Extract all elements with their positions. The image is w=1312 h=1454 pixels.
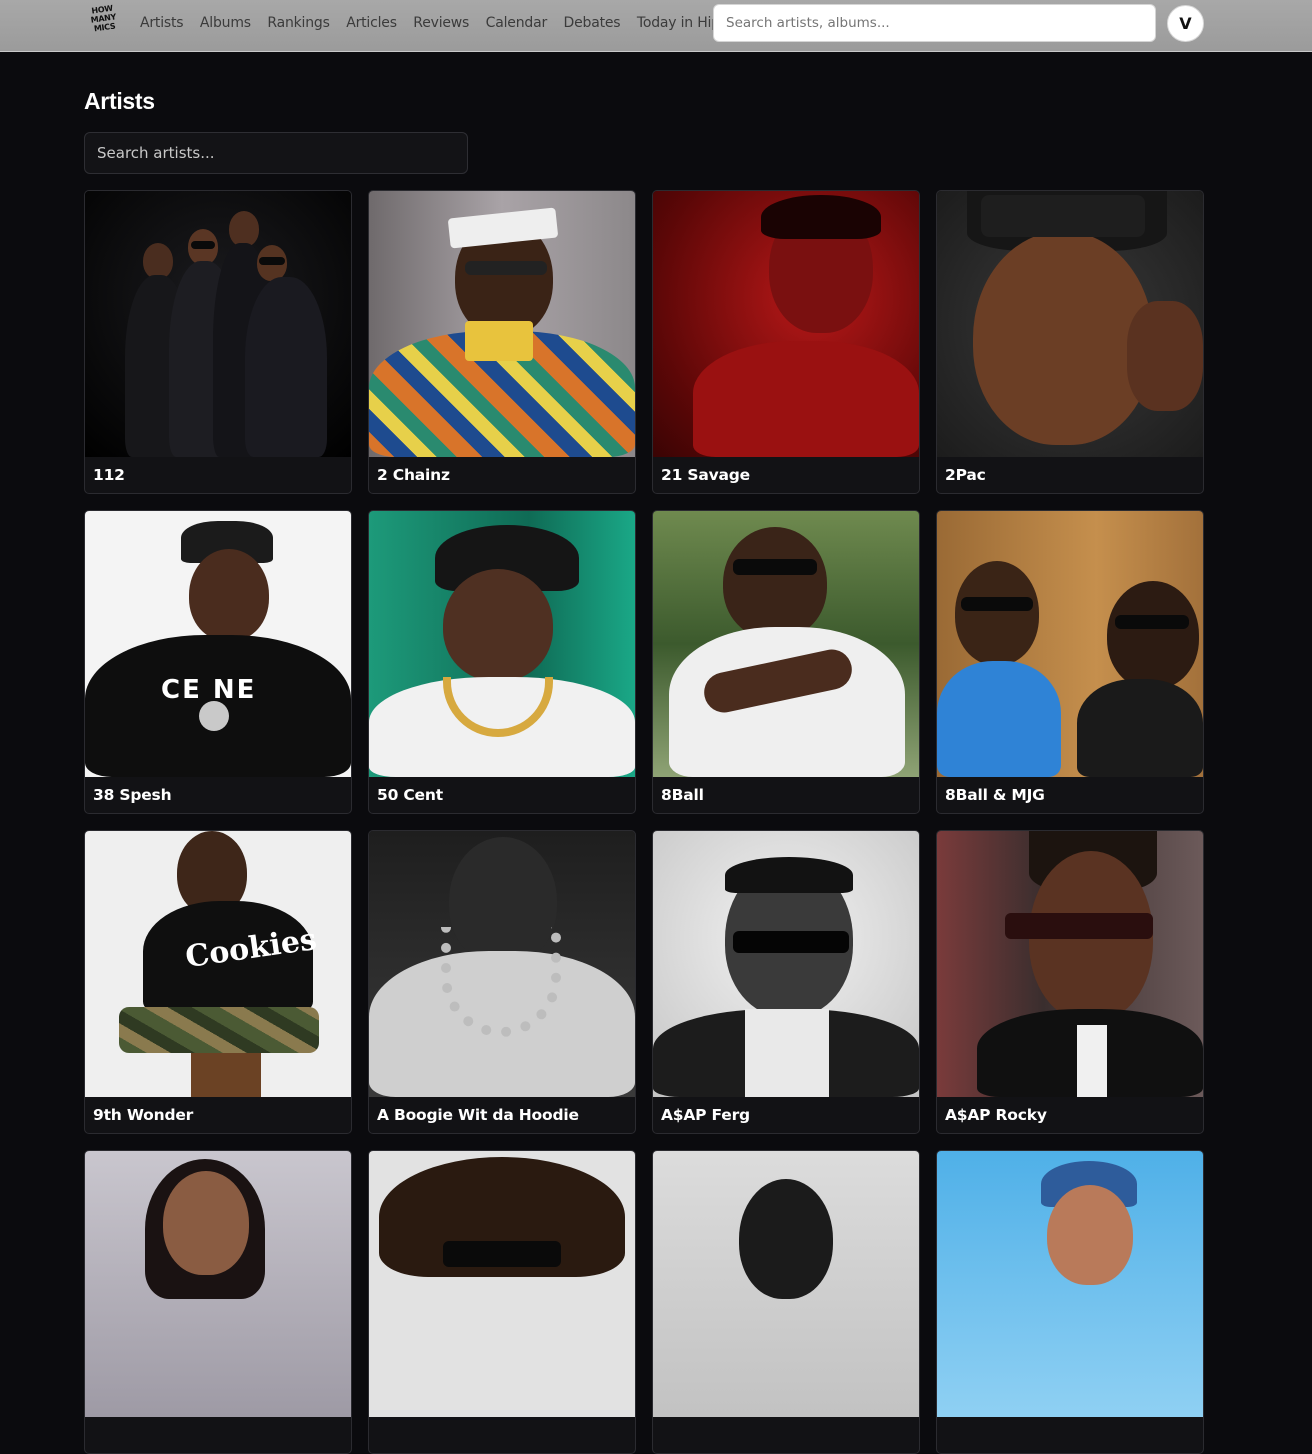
artist-photo — [653, 191, 919, 457]
artist-card[interactable]: 2Pac — [936, 190, 1204, 494]
nav-albums[interactable]: Albums — [200, 15, 251, 31]
artist-name: 112 — [93, 466, 125, 484]
artist-card[interactable] — [936, 1150, 1204, 1454]
artist-card[interactable]: A$AP Ferg — [652, 830, 920, 1134]
artist-card[interactable]: 112 — [84, 190, 352, 494]
artist-card[interactable] — [368, 1150, 636, 1454]
artist-name: A$AP Rocky — [945, 1106, 1047, 1124]
artist-card[interactable] — [84, 1150, 352, 1454]
artist-name: 8Ball & MJG — [945, 786, 1045, 804]
artist-card[interactable] — [652, 1150, 920, 1454]
artist-photo — [85, 191, 351, 457]
artist-name — [369, 1417, 635, 1453]
artist-name — [937, 1417, 1203, 1453]
artist-card[interactable]: 8Ball & MJG — [936, 510, 1204, 814]
nav-articles[interactable]: Articles — [346, 15, 397, 31]
artist-photo — [937, 831, 1203, 1097]
top-navbar: HOW MANY MICS Artists Albums Rankings Ar… — [0, 0, 1312, 52]
user-avatar[interactable]: V — [1167, 5, 1204, 42]
artist-name — [85, 1417, 351, 1453]
nav-artists[interactable]: Artists — [140, 15, 184, 31]
artist-card[interactable]: 50 Cent — [368, 510, 636, 814]
artist-name: 38 Spesh — [93, 786, 172, 804]
artist-photo — [653, 831, 919, 1097]
artist-photo — [369, 831, 635, 1097]
main-nav: Artists Albums Rankings Articles Reviews… — [140, 0, 769, 46]
artist-photo — [369, 511, 635, 777]
artist-photo: Cookies — [85, 831, 351, 1097]
artist-photo — [369, 1151, 635, 1417]
artist-name: 50 Cent — [377, 786, 443, 804]
global-search-input[interactable] — [713, 4, 1156, 42]
artist-name: 8Ball — [661, 786, 704, 804]
site-logo[interactable]: HOW MANY MICS — [86, 3, 123, 43]
artist-card[interactable]: CE NE 38 Spesh — [84, 510, 352, 814]
artist-name: 2Pac — [945, 466, 986, 484]
artist-photo — [937, 511, 1203, 777]
nav-calendar[interactable]: Calendar — [486, 15, 548, 31]
artist-photo — [653, 1151, 919, 1417]
artist-photo — [653, 511, 919, 777]
artist-card[interactable]: Cookies 9th Wonder — [84, 830, 352, 1134]
artist-name: A Boogie Wit da Hoodie — [377, 1106, 579, 1124]
artist-name: 21 Savage — [661, 466, 750, 484]
artist-photo — [369, 191, 635, 457]
artist-card[interactable]: A$AP Rocky — [936, 830, 1204, 1134]
artist-photo: CE NE — [85, 511, 351, 777]
artist-card[interactable]: A Boogie Wit da Hoodie — [368, 830, 636, 1134]
artist-name: A$AP Ferg — [661, 1106, 750, 1124]
artist-name: 2 Chainz — [377, 466, 450, 484]
artist-photo — [937, 191, 1203, 457]
nav-debates[interactable]: Debates — [564, 15, 621, 31]
nav-reviews[interactable]: Reviews — [413, 15, 469, 31]
artist-card[interactable]: 8Ball — [652, 510, 920, 814]
nav-rankings[interactable]: Rankings — [267, 15, 330, 31]
page-title: Artists — [84, 88, 155, 114]
artist-photo — [85, 1151, 351, 1417]
artist-card[interactable]: 21 Savage — [652, 190, 920, 494]
artist-photo — [937, 1151, 1203, 1417]
artist-search-input[interactable] — [84, 132, 468, 174]
artist-grid: 112 2 Chainz 21 Savage 2Pac CE NE 38 Spe… — [84, 190, 1204, 1454]
artist-card[interactable]: 2 Chainz — [368, 190, 636, 494]
artist-name — [653, 1417, 919, 1453]
artist-name: 9th Wonder — [93, 1106, 194, 1124]
